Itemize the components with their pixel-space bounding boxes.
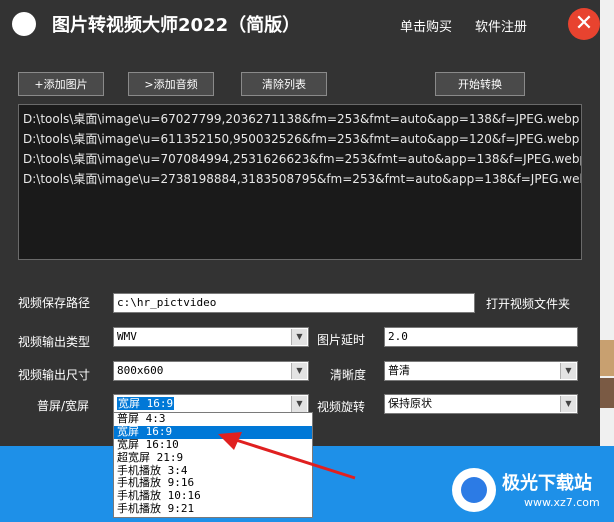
watermark-logo-icon (452, 468, 496, 512)
annotation-arrow-icon (218, 432, 356, 480)
watermark-url: www.xz7.com (524, 496, 600, 509)
watermark-name: 极光下载站 (502, 473, 592, 494)
watermark: 极光下载站 www.xz7.com (452, 466, 608, 516)
